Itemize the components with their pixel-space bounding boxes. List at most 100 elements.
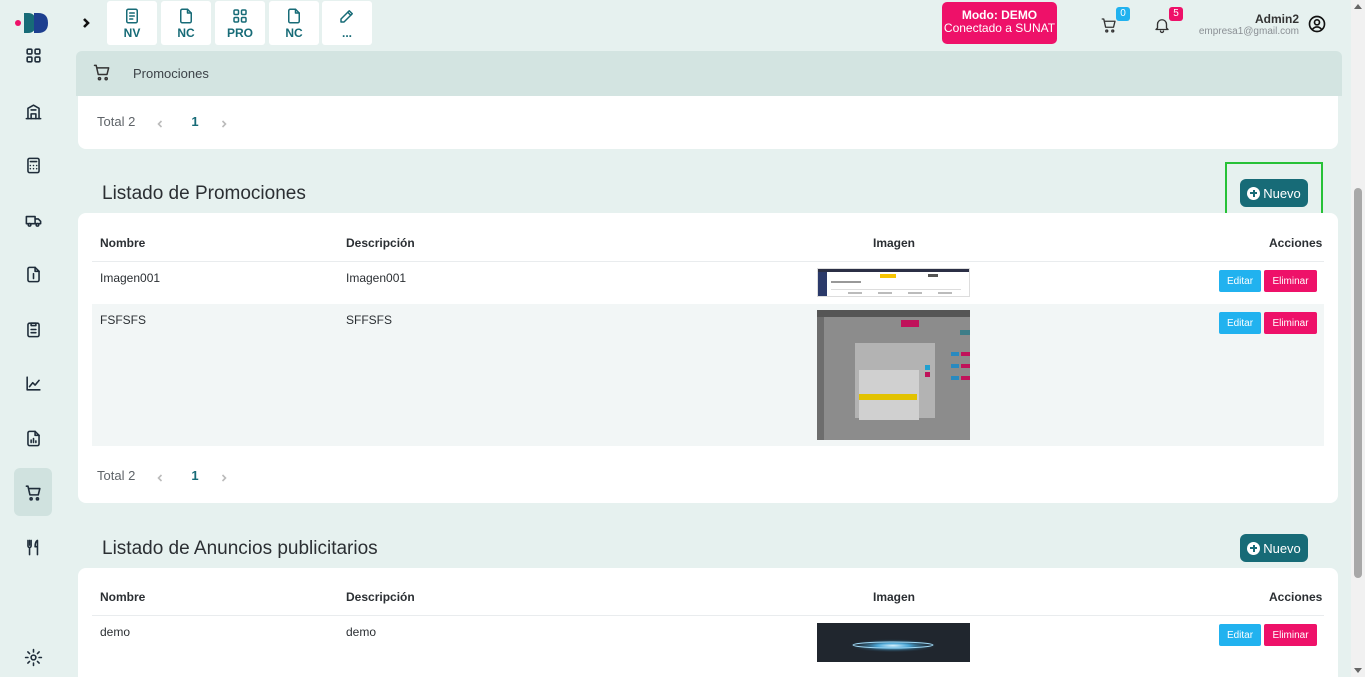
delete-button[interactable]: Eliminar: [1264, 270, 1317, 292]
chevron-right-icon: [83, 18, 90, 28]
pager-next-button[interactable]: [219, 117, 229, 128]
chevron-left-icon: [157, 473, 163, 482]
table-row: [92, 304, 1324, 446]
calculator-icon: [26, 157, 40, 173]
avatar[interactable]: [1307, 14, 1327, 34]
quick-nc2-label: NC: [285, 25, 303, 40]
chevron-right-icon: [221, 119, 227, 128]
document-list-icon: [126, 8, 138, 23]
notifications-button[interactable]: 5: [1151, 7, 1183, 34]
anuncio-image-thumbnail: [817, 623, 970, 662]
sidebar-item-reports[interactable]: [14, 363, 52, 403]
quick-more-button[interactable]: ...: [322, 1, 372, 45]
pager-page[interactable]: 1: [191, 468, 198, 483]
page-scrollbar[interactable]: [1351, 0, 1365, 677]
scroll-up-arrow-icon[interactable]: [1354, 4, 1362, 9]
expand-sidebar-button[interactable]: [78, 12, 94, 34]
sidebar-item-ecommerce[interactable]: [14, 468, 52, 516]
scrollbar-thumb[interactable]: [1354, 188, 1362, 578]
sidebar-item-dispatch[interactable]: [14, 200, 52, 240]
sidebar-item-orders[interactable]: [14, 309, 52, 349]
pager-total: Total 2: [97, 114, 136, 129]
cell-descripcion: SFFSFS: [346, 313, 393, 327]
user-name: Admin2: [1254, 12, 1299, 26]
promo-image-thumbnail: [817, 310, 970, 440]
cell-descripcion: demo: [346, 625, 377, 639]
promo-image-thumbnail: [817, 268, 970, 297]
col-nombre: Nombre: [100, 236, 146, 250]
user-info[interactable]: Admin2 empresa1@gmail.com: [1199, 12, 1299, 37]
document-icon: [180, 8, 192, 23]
anuncios-card: [78, 568, 1338, 677]
notification-count-badge: 5: [1169, 7, 1183, 21]
quick-nc-label: NC: [177, 25, 195, 40]
building-icon: [25, 103, 41, 119]
cell-nombre: FSFSFS: [100, 313, 147, 327]
sidebar-item-analytics[interactable]: [14, 418, 52, 458]
clipboard-icon: [26, 321, 40, 337]
cart-icon: [25, 484, 41, 501]
chevron-right-icon: [221, 473, 227, 482]
scroll-down-arrow-icon[interactable]: [1354, 668, 1362, 673]
sidebar-item-settings[interactable]: [14, 637, 52, 677]
document-icon: [288, 8, 300, 23]
user-circle-icon: [1308, 15, 1326, 33]
quick-nv-label: NV: [123, 25, 141, 40]
top-pager: Total 2 1: [97, 114, 229, 129]
app-logo[interactable]: [14, 10, 50, 36]
file-dollar-icon: [26, 266, 40, 282]
col-acciones: Acciones: [1269, 236, 1323, 250]
pager-page[interactable]: 1: [191, 114, 198, 129]
delete-button[interactable]: Eliminar: [1264, 312, 1317, 334]
pager-prev-button[interactable]: [155, 471, 165, 482]
plus-circle-icon: [1247, 541, 1261, 555]
new-anuncio-button[interactable]: Nuevo: [1240, 534, 1308, 562]
sidebar-item-pos[interactable]: [14, 145, 52, 185]
cart-icon: [93, 64, 110, 81]
file-chart-icon: [26, 430, 40, 446]
pager-prev-button[interactable]: [155, 117, 165, 128]
sidebar-item-restaurant[interactable]: [14, 527, 52, 567]
chevron-left-icon: [157, 119, 163, 128]
user-email: empresa1@gmail.com: [1198, 26, 1299, 37]
previous-list-card: [78, 96, 1338, 149]
grid-icon: [233, 8, 247, 23]
truck-icon: [25, 215, 41, 227]
col-nombre: Nombre: [100, 590, 146, 604]
sidebar-item-establishments[interactable]: [14, 91, 52, 131]
breadcrumb: Promociones: [76, 51, 1342, 96]
mode-badge[interactable]: Modo: DEMO Conectado a SUNAT: [942, 2, 1057, 44]
col-descripcion: Descripción: [346, 590, 415, 604]
quick-more-label: ...: [341, 25, 352, 40]
promociones-pager: Total 2 1: [97, 468, 229, 483]
sidebar-item-quotes[interactable]: [14, 254, 52, 294]
sidebar-item-dashboard[interactable]: [14, 40, 52, 70]
edit-icon: [340, 9, 353, 23]
top-bar: NV NC PRO NC ... Modo: DEMO Conectado a …: [64, 0, 1365, 48]
cell-nombre: Imagen001: [100, 271, 161, 285]
col-descripcion: Descripción: [346, 236, 415, 250]
chart-icon: [25, 375, 41, 391]
mode-subtitle: Conectado a SUNAT: [943, 21, 1056, 35]
new-anuncio-label: Nuevo: [1263, 540, 1301, 556]
edit-button[interactable]: Editar: [1219, 624, 1261, 646]
col-imagen: Imagen: [873, 590, 916, 604]
pager-total: Total 2: [97, 468, 136, 483]
col-acciones: Acciones: [1269, 590, 1323, 604]
col-imagen: Imagen: [873, 236, 916, 250]
gear-icon: [24, 648, 42, 666]
quick-nc2-button[interactable]: NC: [269, 1, 319, 45]
cart-button[interactable]: 0: [1098, 7, 1130, 34]
anuncios-title: Listado de Anuncios publicitarios: [102, 538, 378, 559]
delete-button[interactable]: Eliminar: [1264, 624, 1317, 646]
quick-nv-button[interactable]: NV: [107, 1, 157, 45]
quick-nc-button[interactable]: NC: [161, 1, 211, 45]
quick-pro-button[interactable]: PRO: [215, 1, 265, 45]
edit-button[interactable]: Editar: [1219, 312, 1261, 334]
breadcrumb-label: Promociones: [133, 66, 209, 81]
promociones-title: Listado de Promociones: [102, 183, 306, 204]
pager-next-button[interactable]: [219, 471, 229, 482]
edit-button[interactable]: Editar: [1219, 270, 1261, 292]
quick-pro-label: PRO: [226, 25, 253, 40]
cell-descripcion: Imagen001: [346, 271, 407, 285]
